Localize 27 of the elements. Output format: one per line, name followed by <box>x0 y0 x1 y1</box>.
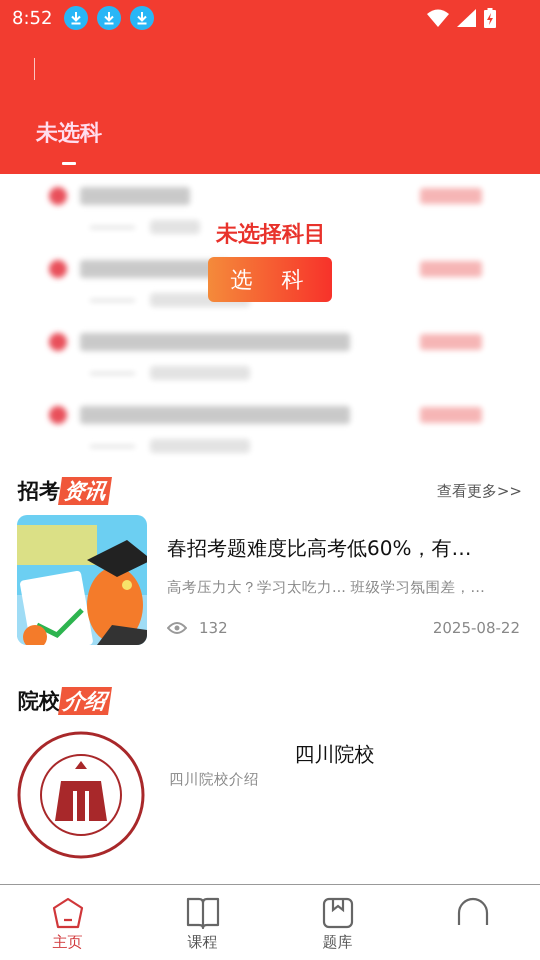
download-icon <box>130 6 154 30</box>
school-name[interactable]: 四川院校 <box>294 741 374 768</box>
signal-icon <box>457 9 476 27</box>
eye-icon <box>167 621 187 635</box>
download-icon <box>97 6 122 30</box>
status-time: 8:52 <box>12 8 52 28</box>
no-subject-message: 未选择科目 <box>214 221 326 249</box>
nav-tab[interactable]: 课程 <box>135 885 270 960</box>
battery-icon <box>484 8 496 28</box>
view-count: 132 <box>199 619 228 637</box>
wifi-icon <box>427 9 449 27</box>
section-tag: 介绍 <box>58 687 112 715</box>
nav-tab[interactable]: 主页 <box>0 885 135 960</box>
school-description: 四川院校介绍 <box>169 771 260 789</box>
article-summary: 高考压力大？学习太吃力... 班级学习氛围差，… <box>167 578 486 597</box>
article-date: 2025-08-22 <box>432 619 520 637</box>
section-tag: 资讯 <box>58 477 112 505</box>
article-title[interactable]: 春招考题难度比高考低60%，有… <box>167 535 520 562</box>
nav-tab[interactable]: 题库 <box>270 885 405 960</box>
section-title: 招考 <box>18 478 60 505</box>
download-icon <box>64 6 88 30</box>
book-icon <box>184 897 220 929</box>
section-title: 院校 <box>18 688 60 715</box>
home-icon <box>50 897 84 929</box>
bookmark-book-icon <box>322 897 354 929</box>
seal-icon <box>17 731 145 859</box>
more-link[interactable]: 查看更多>> <box>436 482 522 500</box>
